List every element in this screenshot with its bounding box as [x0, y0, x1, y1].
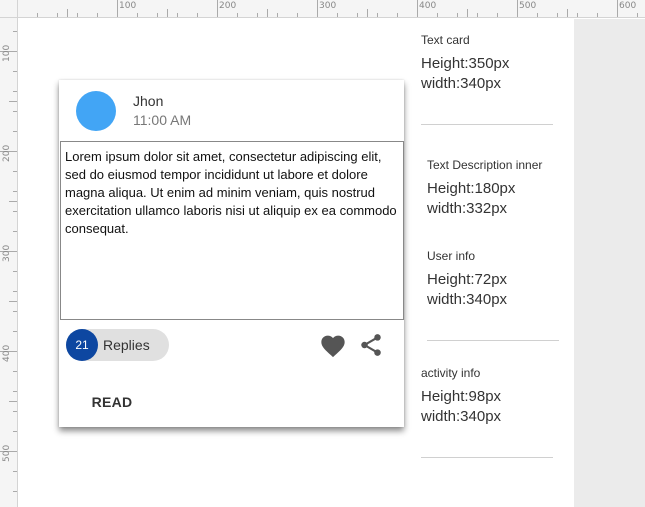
annotation-height: Height:180px: [427, 180, 516, 197]
description-text: Lorem ipsum dolor sit amet, consectetur …: [65, 149, 397, 236]
annotation-width: width:340px: [421, 408, 502, 425]
ruler-corner: [0, 0, 18, 18]
ruler-label: 500: [519, 1, 537, 11]
annotation-height: Height:350px: [421, 55, 510, 72]
ruler-label: 300: [319, 1, 337, 11]
text-description: Lorem ipsum dolor sit amet, consectetur …: [60, 141, 404, 320]
left-ruler: 100 200 300 400 500: [0, 18, 18, 507]
heart-icon[interactable]: [319, 332, 347, 358]
replies-count-badge: 21: [66, 329, 98, 361]
annotation-width: width:332px: [427, 200, 508, 217]
annotation-width: width:340px: [427, 291, 508, 308]
post-time: 11:00 AM: [133, 112, 192, 128]
ruler-label: 200: [2, 144, 12, 162]
replies-button[interactable]: 21 Replies: [66, 329, 169, 361]
annotation-title: User info: [427, 249, 476, 263]
share-icon[interactable]: [358, 332, 384, 358]
annotation-title: activity info: [421, 366, 481, 380]
ruler-label: 600: [619, 1, 637, 11]
ruler-label: 100: [2, 44, 12, 62]
ruler-label: 300: [2, 244, 12, 262]
text-card: Jhon 11:00 AM Lorem ipsum dolor sit amet…: [59, 80, 404, 427]
ruler-label: 100: [119, 1, 137, 11]
replies-label: Replies: [103, 337, 150, 353]
ruler-label: 400: [2, 344, 12, 362]
annotation-title: Text Description inner: [427, 158, 543, 172]
annotation-width: width:340px: [421, 75, 502, 92]
ruler-label: 500: [2, 444, 12, 462]
annotation-height: Height:72px: [427, 271, 508, 288]
annotation-height: Height:98px: [421, 388, 502, 405]
ruler-label: 200: [219, 1, 237, 11]
annotation-title: Text card: [421, 33, 470, 47]
top-ruler: 100 200 300 400 500 600: [0, 0, 645, 18]
divider: [427, 340, 559, 341]
user-name: Jhon: [133, 93, 164, 109]
divider: [421, 124, 553, 125]
divider: [421, 457, 553, 458]
avatar[interactable]: [76, 91, 116, 131]
ruler-label: 400: [419, 1, 437, 11]
canvas-edge: [574, 19, 645, 507]
read-button[interactable]: READ: [81, 386, 143, 418]
